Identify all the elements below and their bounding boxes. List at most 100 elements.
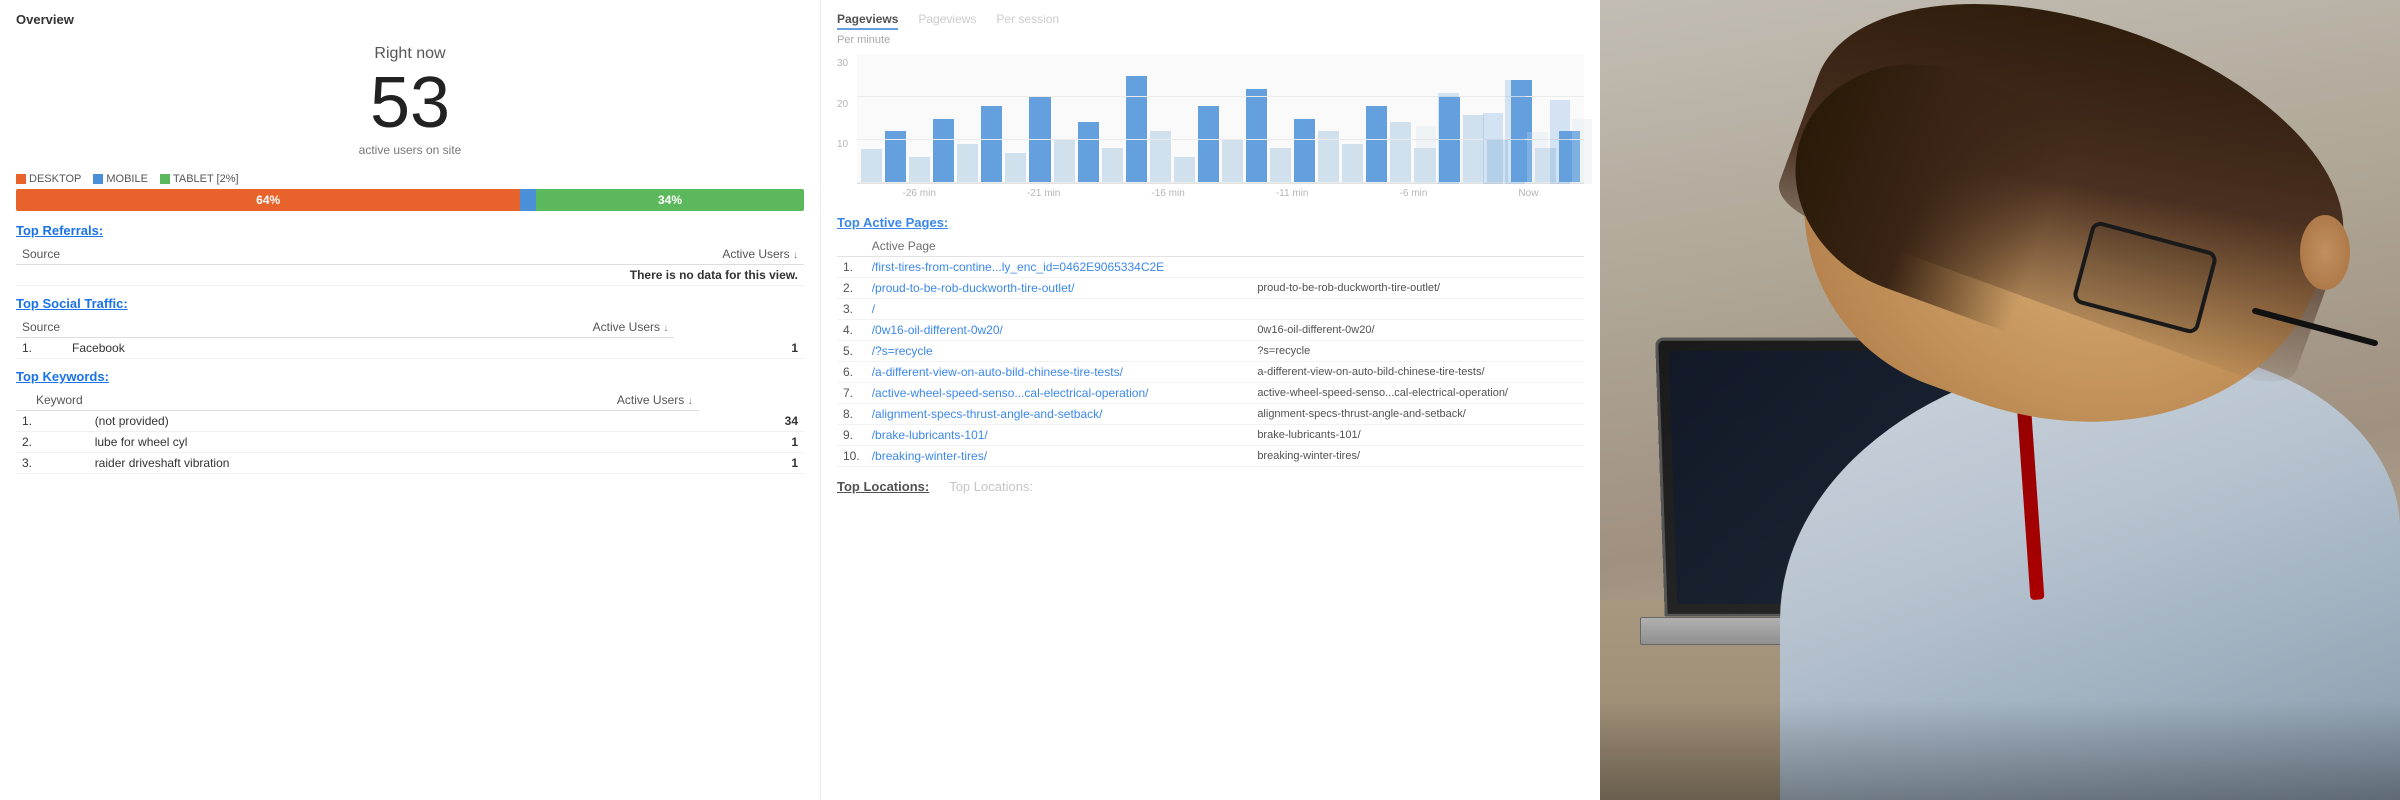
x-label-now: Now — [1518, 188, 1538, 199]
kw-row-num-1: 1. — [16, 411, 89, 432]
top-active-pages-title[interactable]: Top Active Pages: — [837, 215, 1584, 230]
top-locations-title[interactable]: Top Locations: — [837, 479, 929, 494]
table-row: 1. (not provided) 34 — [16, 411, 804, 432]
bar-22 — [1366, 106, 1387, 183]
table-row: 9. /brake-lubricants-101/ brake-lubrican… — [837, 425, 1584, 446]
table-row: 4. /0w16-oil-different-0w20/ 0w16-oil-di… — [837, 320, 1584, 341]
pageviews-tabs: Pageviews Pageviews Per session — [837, 12, 1584, 30]
bar-20 — [1318, 131, 1339, 183]
x-label-4: -11 min — [1276, 188, 1309, 199]
tablet-label: TABLET [2%] — [173, 173, 239, 185]
page-title: Overview — [16, 12, 804, 27]
top-referrals-title[interactable]: Top Referrals: — [16, 223, 804, 238]
page-ghost-3 — [1251, 299, 1584, 320]
page-num-6: 6. — [837, 362, 866, 383]
kw-lube-users: 1 — [699, 432, 804, 453]
bar-5 — [957, 144, 978, 183]
bar-4 — [933, 119, 954, 184]
page-link-4[interactable]: /0w16-oil-different-0w20/ — [872, 323, 1003, 337]
page-ghost-4: 0w16-oil-different-0w20/ — [1251, 320, 1584, 341]
tab-per-session[interactable]: Per session — [996, 12, 1059, 30]
referrals-no-data: There is no data for this view. — [16, 265, 804, 286]
charts-panel: Pageviews Pageviews Per session Per minu… — [820, 0, 1600, 800]
page-link-6[interactable]: /a-different-view-on-auto-bild-chinese-t… — [872, 365, 1123, 379]
page-link-7[interactable]: /active-wheel-speed-senso...cal-electric… — [872, 386, 1149, 400]
ambient-shadow — [1600, 700, 2400, 800]
analytics-panel: Overview Right now 53 active users on si… — [0, 0, 820, 800]
bar-8 — [1029, 97, 1050, 183]
kw-not-provided: (not provided) — [89, 411, 699, 432]
background-photo — [1600, 0, 2400, 800]
tab-pageviews-2[interactable]: Pageviews — [918, 12, 976, 30]
page-link-10[interactable]: /breaking-winter-tires/ — [872, 449, 987, 463]
table-row: 1. Facebook 1 — [16, 338, 804, 359]
legend-desktop: DESKTOP — [16, 173, 81, 185]
page-ghost-5: ?s=recycle — [1251, 341, 1584, 362]
social-users-facebook: 1 — [674, 338, 804, 359]
page-num-1: 1. — [837, 257, 866, 278]
social-row-num: 1. — [16, 338, 66, 359]
kw-row-num-2: 2. — [16, 432, 89, 453]
chart-y-10: 10 — [837, 139, 853, 150]
right-now-label: Right now — [16, 45, 804, 63]
chart-y-30: 30 — [837, 58, 853, 69]
top-locations-section: Top Locations: Top Locations: — [837, 479, 1584, 500]
page-link-2[interactable]: /proud-to-be-rob-duckworth-tire-outlet/ — [872, 281, 1075, 295]
page-ghost-7: active-wheel-speed-senso...cal-electrica… — [1251, 383, 1584, 404]
mobile-icon — [93, 174, 103, 184]
referrals-table: Source Active Users ↓ There is no data f… — [16, 244, 804, 286]
page-num-4: 4. — [837, 320, 866, 341]
kw-raider-users: 1 — [699, 453, 804, 474]
bar-3 — [909, 157, 930, 183]
social-source-facebook: Facebook — [66, 338, 674, 359]
page-ghost-6: a-different-view-on-auto-bild-chinese-ti… — [1251, 362, 1584, 383]
chart-y-20: 20 — [837, 99, 853, 110]
social-users-header: Active Users ↓ — [66, 317, 674, 338]
pages-num-header — [837, 236, 866, 257]
page-link-5[interactable]: /?s=recycle — [872, 344, 933, 358]
legend-tablet: TABLET [2%] — [160, 173, 239, 185]
right-now-section: Right now 53 active users on site — [16, 35, 804, 165]
page-link-3[interactable]: / — [872, 302, 875, 316]
table-row: 3. / — [837, 299, 1584, 320]
bar-10 — [1078, 122, 1099, 183]
table-row: 5. /?s=recycle ?s=recycle — [837, 341, 1584, 362]
x-label-1: -26 min — [903, 188, 936, 199]
bar-18 — [1270, 148, 1291, 183]
pages-ghost-header — [1251, 236, 1584, 257]
top-locations-ghost: Top Locations: — [949, 479, 1033, 500]
tab-pageviews-active[interactable]: Pageviews — [837, 12, 898, 30]
keywords-users-header: Active Users ↓ — [89, 390, 699, 411]
referrals-no-data-row: There is no data for this view. — [16, 265, 804, 286]
page-link-8[interactable]: /alignment-specs-thrust-angle-and-setbac… — [872, 407, 1103, 421]
page-num-7: 7. — [837, 383, 866, 404]
kw-lube: lube for wheel cyl — [89, 432, 699, 453]
bar-7 — [1005, 153, 1026, 183]
tablet-bar — [520, 189, 536, 211]
bar-6 — [981, 106, 1002, 183]
bar-19 — [1294, 119, 1315, 184]
device-bar: 64% 34% — [16, 189, 804, 211]
keywords-kw-header: Keyword — [16, 390, 89, 411]
page-link-9[interactable]: /brake-lubricants-101/ — [872, 428, 988, 442]
kw-raider: raider driveshaft vibration — [89, 453, 699, 474]
device-legend: DESKTOP MOBILE TABLET [2%] — [16, 173, 804, 185]
table-row: 8. /alignment-specs-thrust-angle-and-set… — [837, 404, 1584, 425]
top-social-section: Top Social Traffic: Source Active Users … — [16, 296, 804, 359]
bar-12 — [1126, 76, 1147, 183]
page-ghost-2: proud-to-be-rob-duckworth-tire-outlet/ — [1251, 278, 1584, 299]
referrals-users-header: Active Users ↓ — [302, 244, 804, 265]
bar-9 — [1054, 140, 1075, 183]
bar-2 — [885, 131, 906, 183]
page-num-8: 8. — [837, 404, 866, 425]
bar-23 — [1390, 122, 1411, 183]
top-social-title[interactable]: Top Social Traffic: — [16, 296, 804, 311]
top-keywords-title[interactable]: Top Keywords: — [16, 369, 804, 384]
page-link-1[interactable]: /first-tires-from-contine...ly_enc_id=04… — [872, 260, 1165, 274]
pageviews-section: Pageviews Pageviews Per session Per minu… — [837, 12, 1584, 199]
mobile-label: MOBILE — [106, 173, 148, 185]
kw-not-provided-users: 34 — [699, 411, 804, 432]
keywords-table: Keyword Active Users ↓ 1. (not provided)… — [16, 390, 804, 474]
table-row: 3. raider driveshaft vibration 1 — [16, 453, 804, 474]
photo-panel — [1600, 0, 2400, 800]
